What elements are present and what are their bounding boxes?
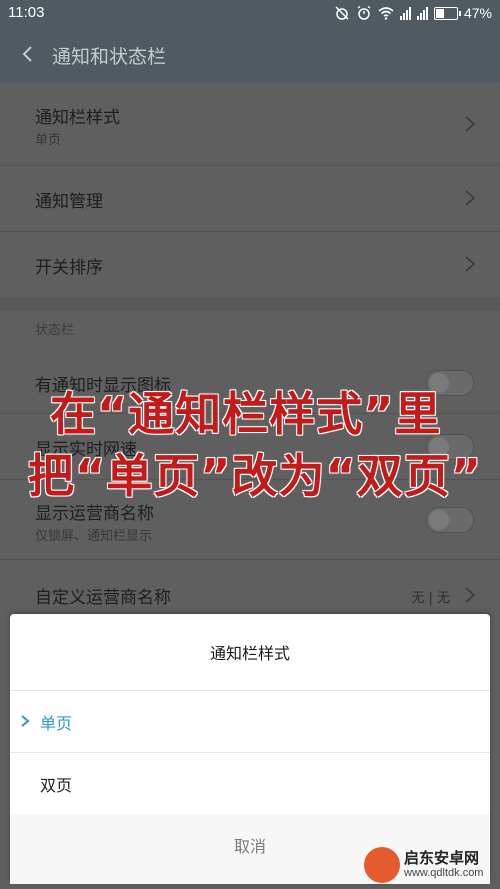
option-single-page[interactable]: 单页 — [10, 690, 490, 753]
setting-notification-style[interactable]: 通知栏样式 单页 — [0, 83, 500, 166]
toggle-knob — [429, 510, 449, 530]
annotation-line-1: 在“通知栏样式”里 — [50, 387, 442, 441]
chevron-right-icon — [21, 715, 30, 727]
chevron-right-icon — [465, 587, 476, 603]
setting-switch-order[interactable]: 开关排序 — [0, 231, 500, 297]
notification-style-dialog: 通知栏样式 单页 双页 取消 — [10, 614, 490, 884]
battery-percent: 47% — [463, 5, 492, 21]
chevron-right-icon — [465, 116, 476, 132]
option-label: 双页 — [40, 776, 73, 795]
chevron-right-icon — [465, 256, 476, 272]
page-title: 通知和状态栏 — [52, 46, 167, 68]
toggle-switch[interactable] — [426, 507, 474, 533]
setting-value: 无 | 无 — [411, 591, 450, 606]
option-double-page[interactable]: 双页 — [10, 752, 490, 815]
alarm-icon — [357, 5, 371, 20]
status-bar: 11:03 47% — [0, 0, 500, 26]
title-bar: 通知和状态栏 — [0, 26, 500, 83]
dialog-title: 通知栏样式 — [10, 614, 490, 691]
setting-label: 通知管理 — [35, 192, 103, 212]
section-divider — [0, 297, 500, 311]
battery-fill — [435, 8, 444, 18]
alarm-off-icon — [335, 6, 349, 20]
annotation-line-2: 把“单页”改为“双页” — [28, 449, 482, 503]
status-icons: 47% — [334, 3, 492, 23]
back-arrow-icon[interactable] — [18, 44, 38, 64]
setting-notification-manage[interactable]: 通知管理 — [0, 165, 500, 232]
chevron-right-icon — [465, 190, 476, 206]
status-time: 11:03 — [8, 4, 45, 21]
setting-label: 自定义运营商名称 — [35, 588, 171, 608]
setting-label: 开关排序 — [35, 258, 103, 278]
wifi-icon — [378, 7, 394, 20]
signal-icon — [399, 6, 411, 20]
setting-label: 通知栏样式 — [35, 108, 120, 128]
option-label: 单页 — [40, 714, 73, 733]
setting-sub: 仅锁屏、通知栏显示 — [35, 529, 153, 544]
battery-icon — [433, 6, 461, 20]
watermark-url: www.qdltdk.com — [404, 867, 484, 879]
watermark-name: 启东安卓网 — [404, 849, 480, 867]
watermark: 启东安卓网 www.qdltdk.com — [364, 845, 494, 885]
watermark-logo-icon — [364, 847, 400, 883]
signal-icon — [416, 6, 428, 20]
section-title-status-bar: 状态栏 — [35, 323, 75, 338]
setting-value: 单页 — [35, 133, 62, 148]
